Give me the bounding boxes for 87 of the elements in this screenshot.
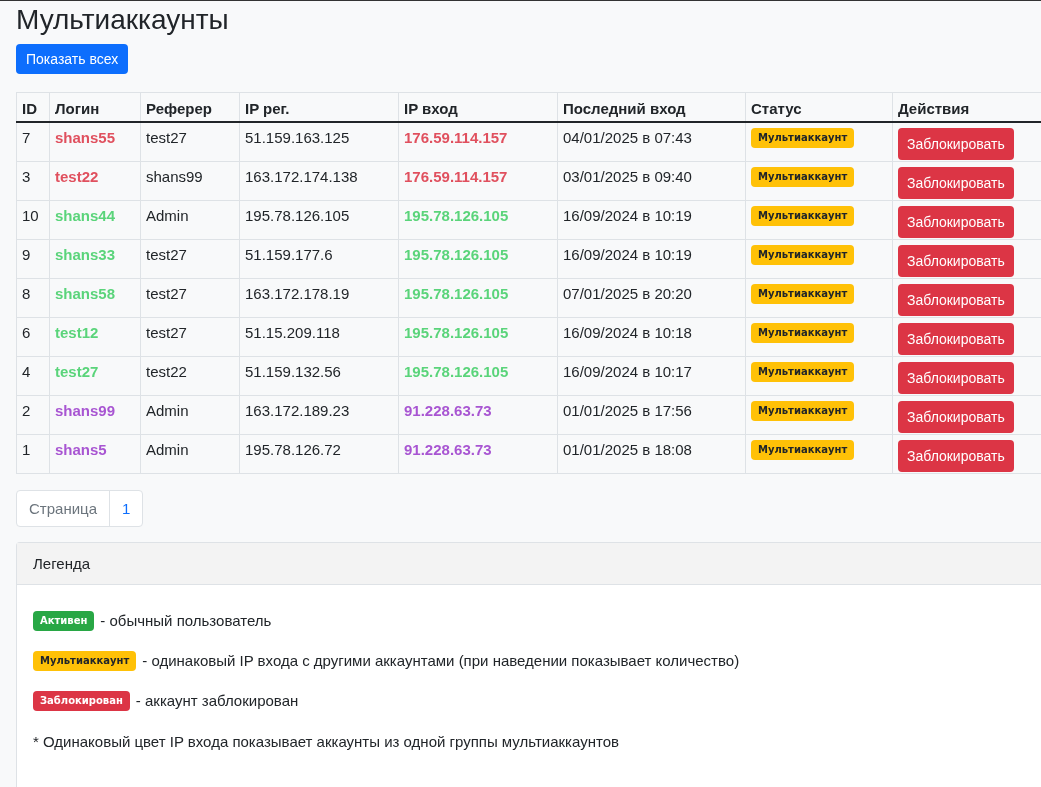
table-cell: 03/01/2025 в 09:40 [557, 161, 746, 200]
status-badge: Мультиаккаунт [751, 205, 855, 226]
table-cell: 91.228.63.73 [398, 434, 558, 473]
status-badge: Мультиаккаунт [751, 439, 855, 460]
table-cell: Admin [140, 434, 240, 473]
table-cell: 163.172.174.138 [239, 161, 399, 200]
legend-text: - аккаунт заблокирован [135, 692, 299, 709]
table-cell: 04/01/2025 в 07:43 [557, 122, 746, 161]
table-cell: 7 [16, 122, 50, 161]
table-cell: 176.59.114.157 [398, 122, 558, 161]
status-badge: Заблокирован [33, 690, 130, 711]
table-cell: 07/01/2025 в 20:20 [557, 278, 746, 317]
status-badge: Мультиаккаунт [751, 128, 855, 148]
table-cell: 10 [16, 200, 50, 239]
table-cell: 51.159.177.6 [239, 239, 399, 278]
block-button[interactable]: Заблокировать [898, 205, 1014, 238]
column-header: Реферер [140, 92, 240, 122]
table-cell: 16/09/2024 в 10:19 [557, 200, 746, 239]
table-cell: 195.78.126.72 [239, 434, 399, 473]
table-cell: test27 [140, 317, 240, 356]
status-badge: Мультиаккаунт [751, 361, 855, 382]
block-button[interactable]: Заблокировать [898, 166, 1014, 199]
table-cell: test27 [140, 239, 240, 278]
login-link[interactable]: test22 [49, 161, 141, 200]
table-cell: 01/01/2025 в 17:56 [557, 395, 746, 434]
table-cell: test22 [140, 356, 240, 395]
status-badge: Мультиаккаунт [751, 244, 855, 265]
table-cell: 163.172.178.19 [239, 278, 399, 317]
table-cell: 6 [16, 317, 50, 356]
block-button[interactable]: Заблокировать [898, 128, 1014, 160]
status-badge: Мультиаккаунт [751, 283, 855, 304]
table-cell: 195.78.126.105 [398, 239, 558, 278]
table-cell: 01/01/2025 в 18:08 [557, 434, 746, 473]
table-cell: 16/09/2024 в 10:17 [557, 356, 746, 395]
block-button[interactable]: Заблокировать [898, 361, 1014, 394]
block-button[interactable]: Заблокировать [898, 322, 1014, 355]
table-cell: Admin [140, 200, 240, 239]
login-link[interactable]: shans55 [49, 122, 141, 161]
page-link[interactable]: 1 [110, 490, 143, 526]
table-cell: 16/09/2024 в 10:18 [557, 317, 746, 356]
table-cell: Admin [140, 395, 240, 434]
legend-title: Легенда [17, 542, 1041, 585]
column-header: IP вход [398, 92, 558, 122]
table-cell: test27 [140, 278, 240, 317]
status-badge: Мультиаккаунт [751, 322, 855, 343]
table-cell: 51.15.209.118 [239, 317, 399, 356]
status-badge: Мультиаккаунт [33, 650, 137, 671]
table-cell: 51.159.163.125 [239, 122, 399, 161]
table-cell: 195.78.126.105 [398, 317, 558, 356]
block-button[interactable]: Заблокировать [898, 400, 1014, 433]
column-header: Действия [892, 92, 1041, 122]
legend-text: - одинаковый IP входа с другими аккаунтами (при наведении показывает количество) [142, 652, 740, 669]
table-cell: 195.78.126.105 [239, 200, 399, 239]
table-cell: 91.228.63.73 [398, 395, 558, 434]
column-header: ID [16, 92, 50, 122]
legend-note: * Одинаковый цвет IP входа показывает аккаунты из одной группы мультиаккаунтов [33, 731, 620, 750]
table-cell: 195.78.126.105 [398, 278, 558, 317]
table-cell: 9 [16, 239, 50, 278]
column-header: Последний вход [557, 92, 746, 122]
block-button[interactable]: Заблокировать [898, 283, 1014, 316]
table-cell: 1 [16, 434, 50, 473]
block-button[interactable]: Заблокировать [898, 439, 1014, 472]
table-cell: shans99 [140, 161, 240, 200]
login-link[interactable]: shans5 [49, 434, 141, 473]
table-cell: 176.59.114.157 [398, 161, 558, 200]
table-cell: 51.159.132.56 [239, 356, 399, 395]
table-cell: 195.78.126.105 [398, 356, 558, 395]
table-cell: 16/09/2024 в 10:19 [557, 239, 746, 278]
column-header: Логин [49, 92, 141, 122]
table-cell: 195.78.126.105 [398, 200, 558, 239]
legend-text: - обычный пользователь [100, 612, 272, 629]
column-header: IP рег. [239, 92, 399, 122]
table-cell: 163.172.189.23 [239, 395, 399, 434]
status-badge: Мультиаккаунт [751, 400, 855, 421]
block-button[interactable]: Заблокировать [898, 244, 1014, 277]
status-badge: Активен [33, 610, 95, 631]
table-cell: 3 [16, 161, 50, 200]
table-cell: 8 [16, 278, 50, 317]
show-all-button[interactable]: Показать всех [16, 44, 129, 74]
table-cell: test27 [140, 122, 240, 161]
pagination-label: Страница [17, 490, 110, 526]
table-cell: 2 [16, 395, 50, 434]
login-link[interactable]: shans99 [49, 395, 141, 434]
page-title: Мультиаккаунты [16, 5, 230, 35]
column-header: Статус [745, 92, 893, 122]
table-cell: 4 [16, 356, 50, 395]
status-badge: Мультиаккаунт [751, 166, 855, 187]
